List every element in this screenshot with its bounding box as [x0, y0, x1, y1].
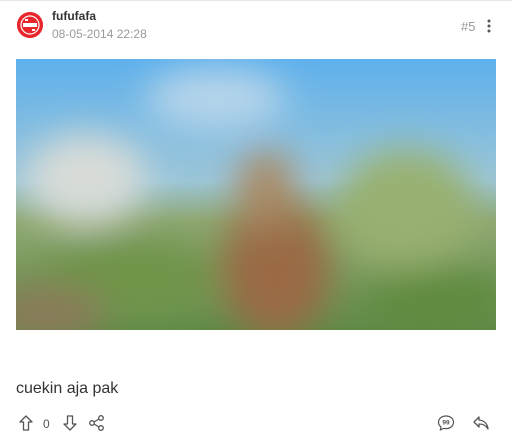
username[interactable]: fufufafa — [52, 9, 96, 23]
vote-count: 0 — [43, 417, 50, 431]
more-vertical-icon[interactable] — [484, 18, 494, 34]
arrow-up-icon[interactable] — [17, 414, 35, 432]
blurred-photo — [16, 59, 496, 330]
quote-bubble-icon[interactable]: 99 — [437, 414, 455, 432]
post-number[interactable]: #5 — [461, 19, 475, 34]
avatar-image — [17, 12, 43, 38]
share-icon[interactable] — [88, 414, 106, 432]
post-timestamp: 08-05-2014 22:28 — [52, 27, 147, 41]
svg-text:99: 99 — [442, 420, 450, 427]
forum-post: fufufafa 08-05-2014 22:28 #5 cuekin aja … — [0, 0, 512, 445]
post-image[interactable] — [16, 59, 496, 330]
divider — [0, 0, 512, 1]
arrow-down-icon[interactable] — [61, 414, 79, 432]
reply-icon[interactable] — [472, 414, 490, 432]
post-body-text: cuekin aja pak — [16, 380, 119, 397]
avatar[interactable] — [17, 12, 43, 38]
